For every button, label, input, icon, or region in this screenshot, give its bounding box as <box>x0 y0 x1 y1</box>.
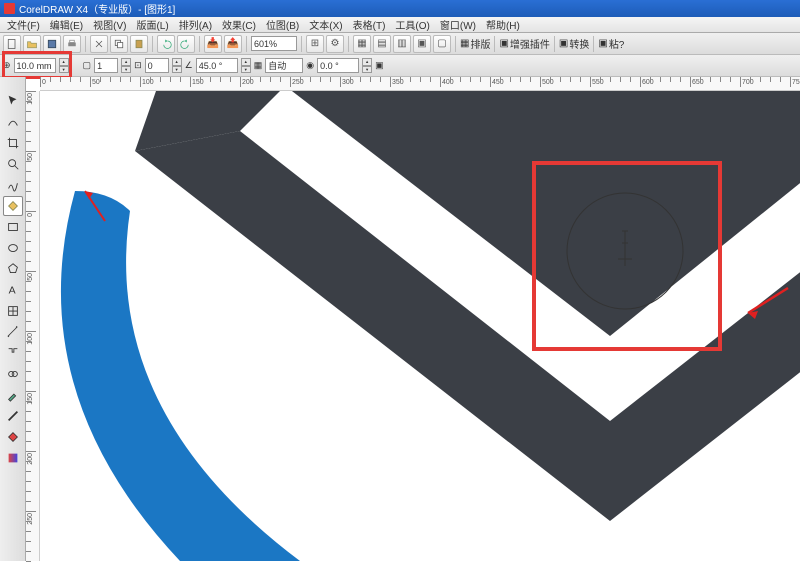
separator <box>246 36 247 52</box>
preset-icon: ▦ <box>254 60 263 71</box>
brush-size-spinner[interactable]: ▲▼ <box>59 58 69 73</box>
separator <box>554 36 555 52</box>
menu-layout[interactable]: 版面(L) <box>131 17 173 32</box>
field3[interactable]: 0 <box>145 58 169 73</box>
separator <box>301 36 302 52</box>
toggle-icon[interactable]: ▣ <box>375 60 384 71</box>
angle-field[interactable]: 45.0 ° <box>196 58 238 73</box>
standard-toolbar: 📥 📤 601% ⊞ ⚙ ▦ ▤ ▥ ▣ ▢ ▦ 排版 ▣ 增强插件 ▣ 转换 … <box>0 33 800 55</box>
menu-tools[interactable]: 工具(O) <box>390 17 434 32</box>
window-title: CorelDRAW X4（专业版）- [图形1] <box>19 1 175 16</box>
separator <box>85 36 86 52</box>
property-bar: ⊕ 10.0 mm ▲▼ ▢ 1 ▲▼ ⊡ 0 ▲▼ ∠ 45.0 ° ▲▼ ▦… <box>0 55 800 77</box>
separator <box>455 36 456 52</box>
open-button[interactable] <box>23 35 41 53</box>
group-layout[interactable]: ▦ 排版 <box>460 36 490 51</box>
separator <box>348 36 349 52</box>
artwork <box>40 91 800 561</box>
outline-tool[interactable] <box>3 406 23 426</box>
fill-tool[interactable] <box>3 427 23 447</box>
toolbox: A <box>0 77 26 561</box>
redo-button[interactable] <box>177 35 195 53</box>
align5-button[interactable]: ▢ <box>433 35 451 53</box>
pick-tool[interactable] <box>3 91 23 111</box>
menu-bitmap[interactable]: 位图(B) <box>261 17 304 32</box>
menu-text[interactable]: 文本(X) <box>304 17 347 32</box>
eyedropper-tool[interactable] <box>3 385 23 405</box>
separator <box>199 36 200 52</box>
svg-text:A: A <box>8 285 15 297</box>
snap-button[interactable]: ⊞ <box>306 35 324 53</box>
menu-table[interactable]: 表格(T) <box>348 17 391 32</box>
group-paste[interactable]: ▣ 粘? <box>598 36 624 51</box>
print-button[interactable] <box>63 35 81 53</box>
angle-spinner[interactable]: ▲▼ <box>241 58 251 73</box>
app-icon <box>4 3 15 14</box>
save-button[interactable] <box>43 35 61 53</box>
field3-spinner[interactable]: ▲▼ <box>172 58 182 73</box>
interactive-fill-tool[interactable] <box>3 448 23 468</box>
zoom-field[interactable]: 601% <box>251 36 297 51</box>
arrow-annotation-1 <box>80 186 110 226</box>
angle-icon: ∠ <box>185 60 193 71</box>
polygon-tool[interactable] <box>3 259 23 279</box>
align2-button[interactable]: ▤ <box>373 35 391 53</box>
menu-edit[interactable]: 编辑(E) <box>45 17 88 32</box>
field3-icon: ⊡ <box>134 60 142 71</box>
new-button[interactable] <box>3 35 21 53</box>
dimension-tool[interactable] <box>3 322 23 342</box>
group-plugins[interactable]: ▣ 增强插件 <box>499 36 549 51</box>
shape-tool[interactable] <box>3 112 23 132</box>
separator <box>494 36 495 52</box>
text-tool[interactable]: A <box>3 280 23 300</box>
copy-button[interactable] <box>110 35 128 53</box>
separator <box>593 36 594 52</box>
cut-button[interactable] <box>90 35 108 53</box>
horizontal-ruler: 0501001502002503003504004505005506006507… <box>40 77 800 91</box>
field4-spinner[interactable]: ▲▼ <box>362 58 372 73</box>
align3-button[interactable]: ▥ <box>393 35 411 53</box>
export-button[interactable]: 📤 <box>224 35 242 53</box>
title-bar: CorelDRAW X4（专业版）- [图形1] <box>0 0 800 17</box>
canvas[interactable] <box>40 91 800 561</box>
field4-icon: ◉ <box>306 60 314 71</box>
separator <box>152 36 153 52</box>
connector-tool[interactable] <box>3 343 23 363</box>
size-icon: ⊕ <box>3 60 11 71</box>
paste-button[interactable] <box>130 35 148 53</box>
ellipse-tool[interactable] <box>3 238 23 258</box>
vertical-ruler: 10050050100150200250 <box>26 91 40 561</box>
menu-window[interactable]: 窗口(W) <box>435 17 481 32</box>
field2-icon: ▢ <box>83 60 92 71</box>
field2[interactable]: 1 <box>94 58 118 73</box>
field4[interactable]: 0.0 ° <box>317 58 359 73</box>
group-convert[interactable]: ▣ 转换 <box>559 36 589 51</box>
align4-button[interactable]: ▣ <box>413 35 431 53</box>
rectangle-tool[interactable] <box>3 217 23 237</box>
menu-effects[interactable]: 效果(C) <box>217 17 261 32</box>
menu-help[interactable]: 帮助(H) <box>481 17 525 32</box>
smart-fill-tool[interactable] <box>3 196 23 216</box>
options-button[interactable]: ⚙ <box>326 35 344 53</box>
crop-tool[interactable] <box>3 133 23 153</box>
brush-size-field[interactable]: 10.0 mm <box>14 58 56 73</box>
menu-file[interactable]: 文件(F) <box>2 17 45 32</box>
import-button[interactable]: 📥 <box>204 35 222 53</box>
menu-view[interactable]: 视图(V) <box>88 17 131 32</box>
preset-field[interactable]: 自动 <box>265 58 303 73</box>
effects-tool[interactable] <box>3 364 23 384</box>
menu-bar: 文件(F) 编辑(E) 视图(V) 版面(L) 排列(A) 效果(C) 位图(B… <box>0 17 800 33</box>
undo-button[interactable] <box>157 35 175 53</box>
field2-spinner[interactable]: ▲▼ <box>121 58 131 73</box>
zoom-tool[interactable] <box>3 154 23 174</box>
menu-arrange[interactable]: 排列(A) <box>174 17 217 32</box>
freehand-tool[interactable] <box>3 175 23 195</box>
table-tool[interactable] <box>3 301 23 321</box>
align-button[interactable]: ▦ <box>353 35 371 53</box>
arrow-annotation-2 <box>743 283 793 323</box>
